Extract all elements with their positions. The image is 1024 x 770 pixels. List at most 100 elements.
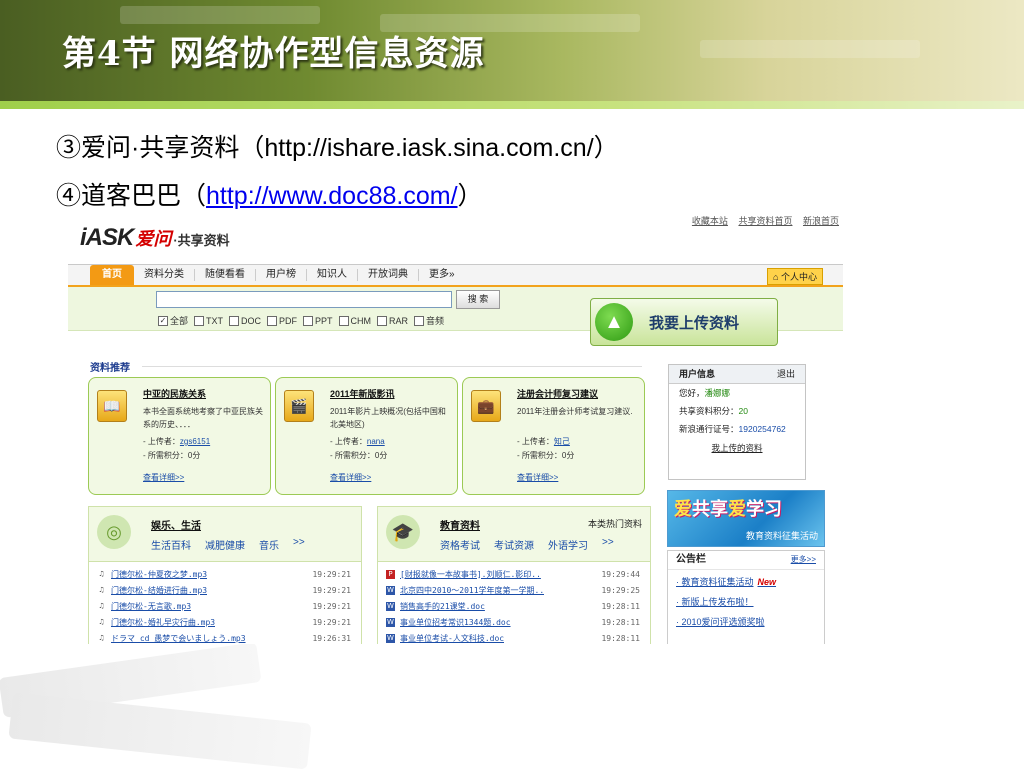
- notice-item[interactable]: · 新版上传发布啦！: [668, 590, 824, 610]
- search-input[interactable]: [156, 291, 452, 308]
- my-uploads-link[interactable]: 我上传的资料: [669, 442, 805, 454]
- filter-txt[interactable]: TXT: [194, 314, 223, 327]
- recommend-card: 💼 注册会计师复习建议 2011年注册会计师考试复习建议. - 上传者：知己 -…: [462, 377, 645, 495]
- card-title[interactable]: 注册会计师复习建议: [517, 387, 598, 400]
- filter-audio[interactable]: 音频: [414, 314, 444, 327]
- card-more-link[interactable]: 查看详细>>: [330, 472, 371, 483]
- list-item[interactable]: ♫ ドラマ cd 愚梦で会いましょう.mp3 19:26:31: [89, 630, 361, 644]
- target-icon: ◎: [97, 515, 131, 549]
- file-time: 19:28:11: [601, 633, 640, 643]
- user-center-label: 个人中心: [780, 272, 817, 282]
- toplink-bookmark[interactable]: 收藏本站: [692, 216, 728, 226]
- upload-button[interactable]: ▲ 我要上传资料: [590, 298, 778, 346]
- uploader-link[interactable]: 知己: [554, 437, 570, 446]
- entertainment-panel: ◎ 娱乐、生活 生活百科 减肥健康 音乐 >> ♫ 门德尔松-仲夏夜之梦.mp3 1…: [88, 506, 362, 644]
- card-description: 本书全面系统地考察了中亚民族关系的历史、．．．: [143, 407, 263, 429]
- category-link[interactable]: 资格考试: [440, 537, 480, 552]
- nav-knowledge[interactable]: 知识人: [307, 269, 358, 281]
- checkbox-icon: [229, 315, 240, 326]
- list-item[interactable]: ♫ 门德尔松-仲夏夜之梦.mp3 19:29:21: [89, 566, 361, 582]
- uploader-link[interactable]: nana: [367, 437, 385, 446]
- book-icon: 📖: [97, 390, 127, 422]
- notice-item[interactable]: · 2010爱问评选颁奖啦: [668, 610, 824, 630]
- card-description: 2011年影片上映概况(包括中国和北美地区): [330, 407, 446, 429]
- category-link[interactable]: 外语学习: [548, 537, 588, 552]
- nav-dictionary[interactable]: 开放词典: [358, 269, 419, 281]
- panel-header: ◎ 娱乐、生活 生活百科 减肥健康 音乐 >>: [89, 507, 361, 562]
- checkbox-checked-icon: ✓: [158, 315, 168, 326]
- file-time: 19:29:44: [601, 569, 640, 579]
- text-line-iask: ③爱问·共享资料（http://ishare.iask.sina.com.cn/…: [56, 134, 619, 162]
- list-item[interactable]: W 事业单位考试-人文科技.doc 19:28:11: [378, 630, 650, 644]
- card-title[interactable]: 中亚的民族关系: [143, 387, 206, 400]
- category-link[interactable]: 音乐: [259, 537, 279, 552]
- list-item[interactable]: ♫ 门德尔松-结婚进行曲.mp3 19:29:21: [89, 582, 361, 598]
- nav-browse[interactable]: 随便看看: [195, 269, 256, 281]
- category-link[interactable]: 生活百科: [151, 537, 191, 552]
- category-link[interactable]: 减肥健康: [205, 537, 245, 552]
- file-name: ドラマ cd 愚梦で会いましょう.mp3: [111, 633, 246, 643]
- music-icon: ♫: [98, 569, 105, 578]
- card-title[interactable]: 2011年新版影讯: [330, 387, 395, 400]
- notice-item[interactable]: · 教育资料征集活动 New: [668, 570, 824, 590]
- list-item[interactable]: W 北京四中2010～2011学年度第一学期.. 19:29:25: [378, 582, 650, 598]
- filter-pdf[interactable]: PDF: [267, 314, 297, 327]
- nav-home[interactable]: 首页: [90, 265, 134, 285]
- filter-chm[interactable]: CHM: [338, 314, 371, 327]
- list-item[interactable]: W 事业单位招考常识1344题.doc 19:28:11: [378, 614, 650, 630]
- checkbox-icon: [414, 315, 425, 326]
- card-more-link[interactable]: 查看详细>>: [143, 472, 184, 483]
- panel-title[interactable]: 娱乐、生活: [151, 517, 201, 532]
- notice-header: 公告栏 更多>>: [668, 551, 824, 570]
- card-points: - 所需积分：0分: [330, 451, 388, 460]
- education-banner[interactable]: 爱共享爱学习 教育资料征集活动: [667, 490, 825, 547]
- word-doc-icon: W: [386, 633, 395, 643]
- banner-part: 爱: [674, 499, 692, 519]
- filter-all[interactable]: ✓ 全部: [158, 314, 188, 327]
- category-more-link[interactable]: >>: [293, 537, 305, 552]
- file-time: 19:26:31: [312, 633, 351, 643]
- notice-more-link[interactable]: 更多>>: [791, 551, 816, 569]
- user-name[interactable]: 潘娜娜: [705, 388, 731, 398]
- hot-files-label[interactable]: 本类热门资料: [588, 517, 642, 530]
- book-spine-decoration: [700, 40, 920, 58]
- iask-logo[interactable]: iASK 爱问 ·共享资料: [80, 224, 230, 252]
- list-item[interactable]: P [财报就像一本故事书].刘顺仁.影印.. 19:29:44: [378, 566, 650, 582]
- passport-label: 新浪通行证号：: [679, 424, 739, 434]
- uploader-link[interactable]: zgs6151: [180, 437, 210, 446]
- card-uploader: - 上传者：zgs6151: [143, 436, 210, 447]
- category-more-link[interactable]: >>: [602, 537, 614, 552]
- logo-aiwen-text: 爱问: [135, 229, 172, 249]
- file-type-filters: ✓ 全部 TXT DOC PDF PPT CHM RAR 音频: [158, 314, 450, 327]
- user-info-box: 用户信息 退出 您好，潘娜娜 共享资料积分：20 新浪通行证号：19202547…: [668, 364, 806, 480]
- upload-arrow-icon: ▲: [595, 303, 633, 341]
- list-item[interactable]: ♫ 门德尔松-婚礼早灾行曲.mp3 19:29:21: [89, 614, 361, 630]
- music-icon: ♫: [98, 633, 105, 642]
- search-button[interactable]: 搜 索: [456, 290, 500, 309]
- toplink-share-home[interactable]: 共享资料首页: [738, 216, 792, 226]
- card-more-link[interactable]: 查看详细>>: [517, 472, 558, 483]
- nav-categories[interactable]: 资料分类: [134, 269, 195, 281]
- user-info-title: 用户信息: [679, 369, 716, 379]
- section-divider: [142, 366, 642, 367]
- file-time: 19:28:11: [601, 617, 640, 627]
- list-item[interactable]: ♫ 门德尔松-无言歌.mp3 19:29:21: [89, 598, 361, 614]
- toplink-sina-home[interactable]: 新浪首页: [803, 216, 839, 226]
- filter-rar[interactable]: RAR: [377, 314, 408, 327]
- doc88-link[interactable]: http://www.doc88.com/: [206, 182, 458, 210]
- filter-label: PPT: [315, 315, 333, 326]
- nav-user-rank[interactable]: 用户榜: [256, 269, 307, 281]
- filter-ppt[interactable]: PPT: [303, 314, 333, 327]
- filter-doc[interactable]: DOC: [229, 314, 261, 327]
- nav-more[interactable]: 更多»: [419, 269, 465, 281]
- book-decoration: [8, 692, 312, 770]
- card-points: - 所需积分：0分: [143, 451, 201, 460]
- film-icon: 🎬: [284, 390, 314, 422]
- list-item[interactable]: W 销售高手的21课堂.doc 19:28:11: [378, 598, 650, 614]
- file-time: 19:29:25: [601, 585, 640, 595]
- logout-link[interactable]: 退出: [777, 365, 795, 383]
- panel-title[interactable]: 教育资料: [440, 517, 480, 532]
- book-spine-decoration: [120, 6, 320, 24]
- user-center-button[interactable]: ⌂ 个人中心: [767, 268, 823, 285]
- category-link[interactable]: 考试资源: [494, 537, 534, 552]
